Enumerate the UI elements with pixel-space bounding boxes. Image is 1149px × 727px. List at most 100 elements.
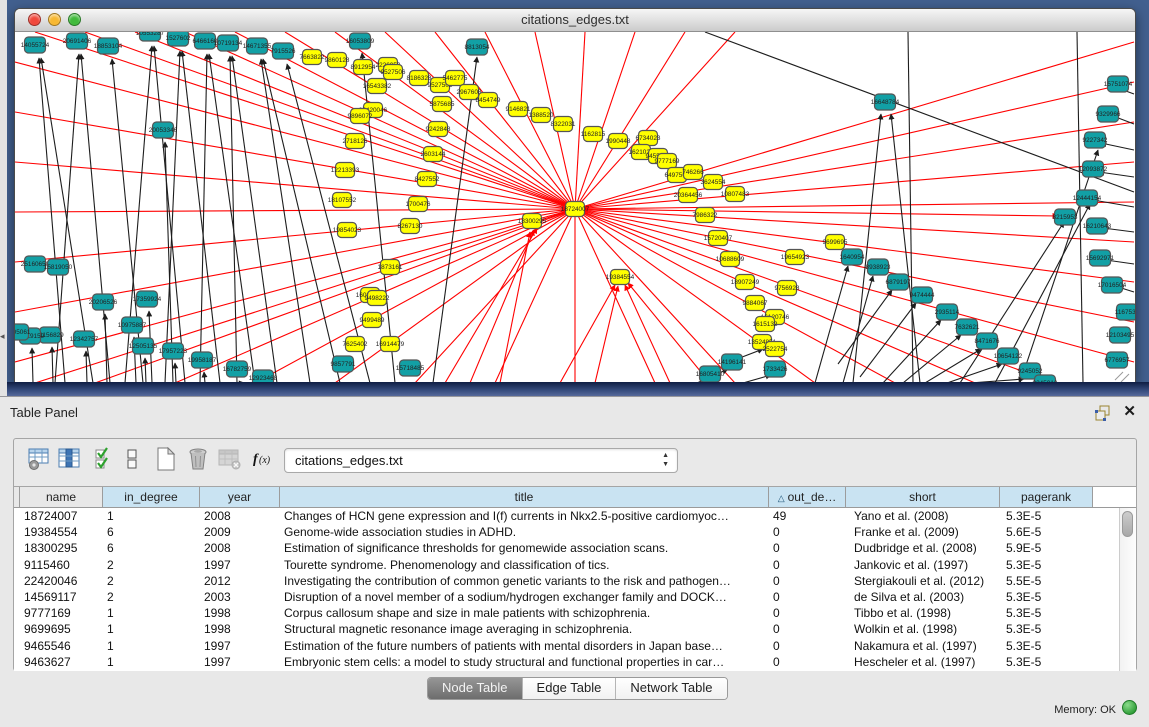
graph-node[interactable]: 14671355 [243, 38, 272, 54]
graph-node[interactable]: 2718126 [343, 134, 368, 149]
tab-node-table[interactable]: Node Table [428, 678, 522, 699]
table-row[interactable]: 1938455462009Genome-wide association stu… [14, 524, 1136, 540]
cell-indegree[interactable]: 2 [103, 573, 200, 589]
graph-edge[interactable] [575, 32, 685, 209]
graph-node[interactable]: 17359924 [133, 291, 162, 307]
graph-node[interactable]: 15751074 [1104, 76, 1133, 92]
cell-title[interactable]: Estimation of the future numbers of pati… [280, 638, 769, 654]
cell-outdegree[interactable]: 0 [769, 540, 846, 556]
graph-node[interactable]: 9857791 [331, 356, 356, 372]
collapse-panel-icon[interactable]: ◂ [0, 332, 5, 341]
column-header-out_de[interactable]: △out_de… [769, 487, 846, 508]
graph-node[interactable]: 7986322 [693, 208, 718, 223]
delete-icon[interactable] [186, 447, 214, 475]
cell-title[interactable]: Changes of HCN gene expression and I(f) … [280, 508, 769, 524]
graph-node[interactable]: 9499489 [360, 313, 385, 328]
graph-node[interactable]: 10807483 [721, 187, 750, 202]
cell-short[interactable]: de Silva et al. (2003) [846, 589, 1000, 605]
cell-pagerank[interactable]: 5.3E-5 [1000, 508, 1093, 524]
cell-outdegree[interactable]: 0 [769, 605, 846, 621]
cell-short[interactable]: Franke et al. (2009) [846, 524, 1000, 540]
cell-outdegree[interactable]: 0 [769, 557, 846, 573]
column-header-short[interactable]: short [846, 487, 1000, 508]
row-squares-icon[interactable] [120, 447, 148, 475]
cell-pagerank[interactable]: 5.3E-5 [1000, 605, 1093, 621]
cell-year[interactable]: 1998 [200, 605, 280, 621]
cell-title[interactable]: Genome-wide association studies in ADHD. [280, 524, 769, 540]
cell-pagerank[interactable]: 5.3E-5 [1000, 638, 1093, 654]
graph-node[interactable]: 15692971 [1086, 250, 1115, 266]
column-header-year[interactable]: year [200, 487, 280, 508]
cell-pagerank[interactable]: 5.5E-5 [1000, 573, 1093, 589]
graph-edge[interactable] [575, 82, 1134, 209]
graph-node[interactable]: 1162815 [581, 127, 606, 142]
graph-node[interactable]: 19854023 [333, 223, 362, 238]
cell-indegree[interactable]: 1 [103, 654, 200, 670]
cell-year[interactable]: 1997 [200, 557, 280, 573]
cell-year[interactable]: 2012 [200, 573, 280, 589]
select-all-check-icon[interactable] [94, 447, 122, 475]
cell-title[interactable]: Corpus callosum shape and size in male p… [280, 605, 769, 621]
graph-node[interactable]: 15718485 [396, 360, 425, 376]
close-button[interactable] [28, 13, 41, 26]
column-header-in_degree[interactable]: in_degree [103, 487, 200, 508]
graph-edge[interactable] [575, 209, 1134, 362]
graph-node[interactable]: 9474444 [910, 287, 935, 303]
graph-node[interactable]: 6776957 [1105, 352, 1130, 368]
cell-indegree[interactable]: 1 [103, 605, 200, 621]
graph-node[interactable]: 16805410 [696, 366, 725, 382]
table-row[interactable]: 977716911998Corpus callosum shape and si… [14, 605, 1136, 621]
column-header-pagerank[interactable]: pagerank [1000, 487, 1093, 508]
graph-node[interactable]: 12213393 [331, 163, 360, 178]
table-row[interactable]: 946554611997Estimation of the future num… [14, 638, 1136, 654]
graph-node[interactable]: 7663822 [300, 50, 325, 65]
graph-node[interactable]: 6734023 [636, 131, 661, 146]
graph-node[interactable]: 8267130 [398, 219, 423, 234]
graph-node[interactable]: 20206526 [89, 294, 118, 310]
close-panel-icon[interactable]: ✕ [1123, 403, 1136, 421]
graph-node[interactable]: 5462775 [443, 71, 468, 86]
graph-node[interactable]: 7915526 [271, 43, 296, 59]
cell-outdegree[interactable]: 0 [769, 621, 846, 637]
graph-node[interactable]: 14196141 [718, 354, 747, 370]
column-header-name[interactable]: name [20, 487, 103, 508]
tab-edge-table[interactable]: Edge Table [522, 678, 616, 699]
graph-edge[interactable] [815, 266, 848, 383]
cell-indegree[interactable]: 1 [103, 621, 200, 637]
memory-status-icon[interactable] [1122, 700, 1137, 715]
graph-edge[interactable] [575, 202, 1134, 209]
cell-indegree[interactable]: 2 [103, 557, 200, 573]
graph-node[interactable]: 7625402 [343, 337, 368, 352]
graph-edge[interactable] [860, 303, 916, 377]
select-column-icon[interactable] [58, 447, 86, 475]
table-row[interactable]: 1872400712008Changes of HCN gene express… [14, 508, 1136, 524]
cell-outdegree[interactable]: 0 [769, 638, 846, 654]
column-header-title[interactable]: title [280, 487, 769, 508]
table-row[interactable]: 969969511998Structural magnetic resonanc… [14, 621, 1136, 637]
graph-node[interactable]: 9884067 [743, 296, 768, 311]
cell-year[interactable]: 1997 [200, 654, 280, 670]
cell-name[interactable]: 9463627 [20, 654, 103, 670]
graph-edge[interactable] [575, 209, 1058, 216]
graph-edge[interactable] [145, 358, 146, 383]
graph-edge[interactable] [947, 364, 1002, 383]
graph-node[interactable]: 9777169 [655, 154, 680, 169]
cell-pagerank[interactable]: 5.9E-5 [1000, 540, 1093, 556]
table-row[interactable]: 946362711997Embryonic stem cells: a mode… [14, 654, 1136, 670]
cell-pagerank[interactable]: 5.6E-5 [1000, 524, 1093, 540]
graph-node[interactable]: 15720407 [704, 231, 733, 246]
cell-short[interactable]: Tibbo et al. (1998) [846, 605, 1000, 621]
graph-node[interactable]: 5875685 [430, 97, 455, 112]
graph-edge[interactable] [263, 59, 340, 383]
graph-node[interactable]: 1873161 [378, 260, 403, 275]
graph-edge[interactable] [843, 276, 873, 383]
graph-node[interactable]: 10553287 [136, 32, 165, 41]
graph-node[interactable]: 15819050 [44, 259, 73, 275]
graph-node[interactable]: 12342757 [70, 331, 99, 347]
zoom-button[interactable] [68, 13, 81, 26]
graph-node[interactable]: 8454749 [476, 93, 501, 108]
cell-year[interactable]: 2008 [200, 508, 280, 524]
cell-indegree[interactable]: 1 [103, 638, 200, 654]
cell-pagerank[interactable]: 5.3E-5 [1000, 654, 1093, 670]
cell-short[interactable]: Yano et al. (2008) [846, 508, 1000, 524]
